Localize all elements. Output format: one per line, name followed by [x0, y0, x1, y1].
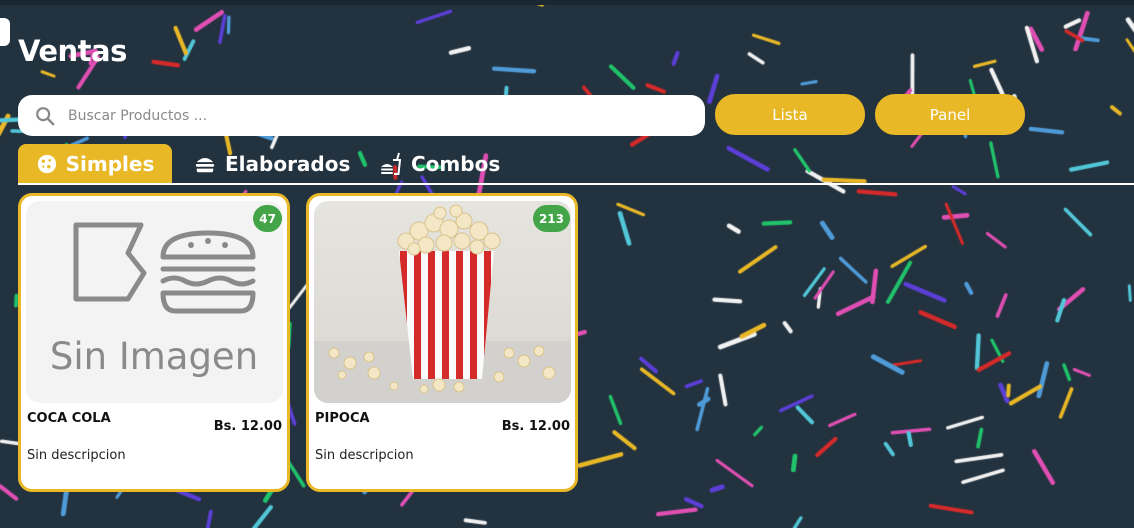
panel-button[interactable]: Panel	[875, 94, 1025, 135]
cookie-icon	[37, 154, 56, 173]
tabs-divider	[18, 183, 1134, 185]
sidebar-toggle[interactable]	[0, 18, 10, 46]
tab-elaborados[interactable]: Elaborados	[193, 144, 350, 183]
search-icon	[36, 106, 55, 125]
no-image-icon	[73, 222, 256, 314]
top-bar	[0, 0, 1134, 5]
tab-label: Combos	[411, 151, 501, 176]
product-card-pipoca[interactable]: 213 PIPOCA Bs. 12.00 Sin descripcion	[306, 193, 578, 492]
stock-badge: 213	[532, 205, 570, 232]
product-name: PIPOCA	[315, 411, 370, 426]
product-image-placeholder: Sin Imagen	[26, 201, 283, 403]
tab-label: Elaborados	[225, 151, 351, 176]
product-image	[314, 201, 571, 403]
page-title: Ventas	[18, 34, 127, 68]
fastfood-icon	[381, 152, 402, 175]
product-description: Sin descripcion	[315, 448, 414, 463]
burger-seeds	[188, 238, 228, 248]
product-description: Sin descripcion	[27, 448, 126, 463]
product-price: Bs. 12.00	[501, 419, 570, 434]
product-price: Bs. 12.00	[213, 419, 282, 434]
category-tabs: Simples Elaborados Combos	[18, 144, 1134, 184]
tab-simples[interactable]: Simples	[18, 144, 172, 183]
search-bar[interactable]	[18, 95, 705, 136]
burger-icon	[195, 157, 215, 172]
popcorn-photo	[314, 201, 571, 403]
tab-combos[interactable]: Combos	[379, 144, 500, 183]
no-image-text: Sin Imagen	[50, 335, 258, 378]
stock-badge: 47	[253, 205, 282, 232]
search-input[interactable]	[66, 106, 650, 125]
product-name: COCA COLA	[27, 411, 111, 426]
tab-label: Simples	[65, 151, 155, 176]
lista-button[interactable]: Lista	[715, 94, 865, 135]
product-card-coca-cola[interactable]: Sin Imagen 47 COCA COLA Bs. 12.00 Sin de…	[18, 193, 290, 492]
